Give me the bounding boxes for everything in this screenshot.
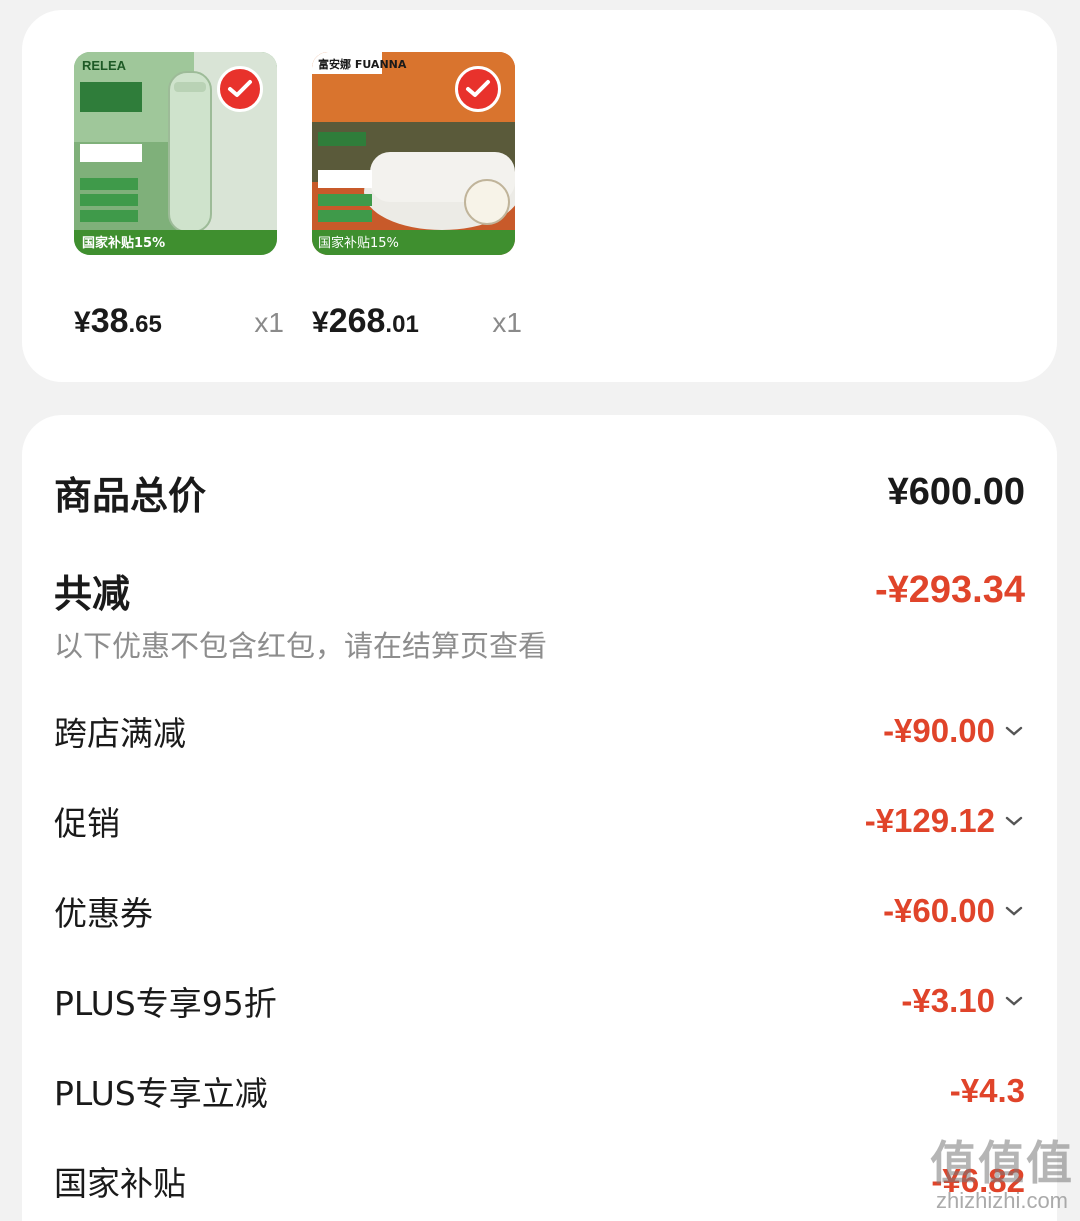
discount-item-cross-store[interactable]: 跨店满减 -¥90.00 [54,707,1025,755]
discount-item-label: PLUS专享95折 [54,984,277,1023]
discount-item-plus-instant: PLUS专享立减 -¥4.3 [54,1067,1025,1115]
discount-item-plus-95[interactable]: PLUS专享95折 -¥3.10 [54,977,1025,1025]
promo-text: 国家补贴15% [82,235,165,251]
product-quantity: x1 [492,307,522,338]
chevron-down-icon[interactable] [1003,724,1025,738]
discount-item-coupon[interactable]: 优惠券 -¥60.00 [54,887,1025,935]
discount-note: 以下优惠不包含红包，请在结算页查看 [54,629,548,663]
discount-item-label: 跨店满减 [54,714,186,753]
product-image-quilt[interactable]: 国家补贴15% 富安娜 FUANNA [312,52,515,255]
discount-item-value: -¥90.00 [883,712,1025,750]
discount-item-label: 促销 [54,804,120,843]
discount-item-promotion[interactable]: 促销 -¥129.12 [54,797,1025,845]
total-discount-label: 共减 [54,572,131,616]
total-discount-row: 共减 -¥293.34 [54,563,1025,618]
product-item-quilt[interactable]: 国家补贴15% 富安娜 FUANNA ¥268.01 x1 [312,52,612,352]
discount-item-value: -¥4.3 [949,1072,1025,1109]
discount-item-value: -¥60.00 [883,892,1025,930]
discount-item-label: 国家补贴 [54,1164,186,1203]
site-watermark: 值值值 zhizhizhi.com [930,1137,1074,1213]
discount-item-value: -¥3.10 [901,982,1025,1020]
total-price-label: 商品总价 [54,474,207,518]
chevron-down-icon[interactable] [1003,994,1025,1008]
discount-item-label: 优惠券 [54,894,153,933]
product-quantity: x1 [254,307,284,338]
chevron-down-icon[interactable] [1003,814,1025,828]
product-price-row: ¥268.01 x1 [312,302,522,341]
total-price-value: ¥600.00 [887,471,1025,513]
discount-item-national-subsidy: 国家补贴 -¥6.82 [54,1157,1025,1205]
discount-item-value: -¥129.12 [865,802,1025,840]
cart-products-card: 国家补贴15% RELEA ¥38.65 x1 国家补贴15% 富安娜 FUAN… [22,10,1057,382]
svg-text:RELEA: RELEA [82,58,127,73]
selected-check-icon[interactable] [217,66,263,112]
product-price-row: ¥38.65 x1 [74,302,284,341]
selected-check-icon[interactable] [455,66,501,112]
product-price: ¥268.01 [312,302,419,340]
discount-item-label: PLUS专享立减 [54,1074,268,1113]
total-price-row: 商品总价 ¥600.00 [54,465,1025,520]
svg-text:富安娜 FUANNA: 富安娜 FUANNA [318,57,407,71]
chevron-down-icon[interactable] [1003,904,1025,918]
promo-text: 国家补贴15% [318,235,399,251]
product-image-thermos[interactable]: 国家补贴15% RELEA [74,52,277,255]
product-price: ¥38.65 [74,302,162,340]
price-summary-card: 商品总价 ¥600.00 共减 -¥293.34 以下优惠不包含红包，请在结算页… [22,415,1057,1221]
total-discount-value: -¥293.34 [874,569,1025,611]
